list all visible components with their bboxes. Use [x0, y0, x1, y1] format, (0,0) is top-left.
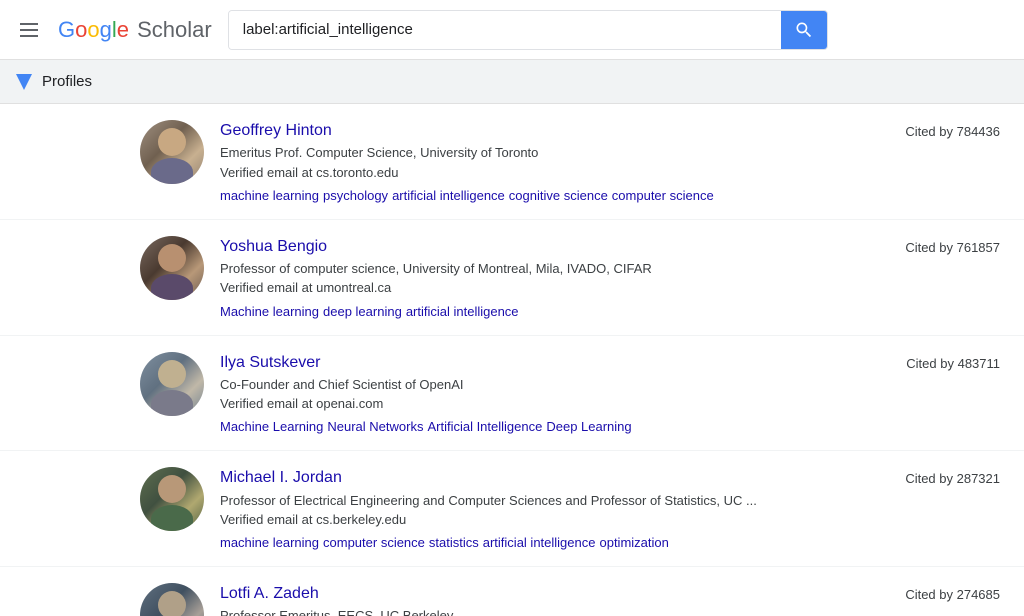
- profile-item-ilya-sutskever: Ilya Sutskever Co-Founder and Chief Scie…: [0, 336, 1024, 452]
- profile-info-yoshua-bengio: Yoshua Bengio Professor of computer scie…: [220, 236, 885, 319]
- sub-header: Profiles: [0, 60, 1024, 104]
- profile-tag[interactable]: Machine learning: [220, 304, 319, 319]
- search-input[interactable]: [229, 11, 781, 49]
- profile-tag[interactable]: Machine Learning: [220, 419, 323, 434]
- google-scholar-logo: Google Scholar: [58, 17, 212, 43]
- profile-affiliation: Professor Emeritus, EECS, UC Berkeley: [220, 607, 885, 616]
- profile-email: Verified email at cs.berkeley.edu: [220, 511, 885, 529]
- profile-item-michael-jordan: Michael I. Jordan Professor of Electrica…: [0, 451, 1024, 567]
- avatar-michael-jordan: [140, 467, 204, 531]
- profile-item-geoffrey-hinton: Geoffrey Hinton Emeritus Prof. Computer …: [0, 104, 1024, 220]
- profile-name[interactable]: Ilya Sutskever: [220, 352, 886, 374]
- avatar-yoshua-bengio: [140, 236, 204, 300]
- avatar-lotfi-zadeh: [140, 583, 204, 616]
- profile-affiliation: Emeritus Prof. Computer Science, Univers…: [220, 144, 885, 162]
- profile-tag[interactable]: statistics: [429, 535, 479, 550]
- profile-email: Verified email at cs.toronto.edu: [220, 164, 885, 182]
- profile-tags: machine learning psychology artificial i…: [220, 188, 885, 203]
- profile-tag[interactable]: artificial intelligence: [406, 304, 519, 319]
- hamburger-menu[interactable]: [16, 19, 42, 41]
- profiles-icon: [16, 74, 32, 90]
- profile-name[interactable]: Michael I. Jordan: [220, 467, 885, 489]
- cited-by: Cited by 483711: [886, 352, 1000, 371]
- profile-item-lotfi-zadeh: Lotfi A. Zadeh Professor Emeritus, EECS,…: [0, 567, 1024, 616]
- profile-info-geoffrey-hinton: Geoffrey Hinton Emeritus Prof. Computer …: [220, 120, 885, 203]
- profile-tags: Machine Learning Neural Networks Artific…: [220, 419, 886, 434]
- search-button[interactable]: [781, 11, 827, 49]
- profile-tag[interactable]: cognitive science: [509, 188, 608, 203]
- profiles-label: Profiles: [42, 73, 92, 90]
- cited-by: Cited by 784436: [885, 120, 1000, 139]
- cited-by: Cited by 287321: [885, 467, 1000, 486]
- profile-affiliation: Professor of Electrical Engineering and …: [220, 492, 885, 510]
- profile-tag[interactable]: artificial intelligence: [483, 535, 596, 550]
- profile-item-yoshua-bengio: Yoshua Bengio Professor of computer scie…: [0, 220, 1024, 336]
- profile-tag[interactable]: computer science: [612, 188, 714, 203]
- profile-tag[interactable]: Artificial Intelligence: [427, 419, 542, 434]
- profile-name[interactable]: Geoffrey Hinton: [220, 120, 885, 142]
- profile-tag[interactable]: optimization: [599, 535, 668, 550]
- profile-tag[interactable]: artificial intelligence: [392, 188, 505, 203]
- profiles-list: Geoffrey Hinton Emeritus Prof. Computer …: [0, 104, 1024, 616]
- profile-tag[interactable]: deep learning: [323, 304, 402, 319]
- profile-tag[interactable]: psychology: [323, 188, 388, 203]
- profile-tag[interactable]: Deep Learning: [546, 419, 631, 434]
- profile-info-ilya-sutskever: Ilya Sutskever Co-Founder and Chief Scie…: [220, 352, 886, 435]
- cited-by: Cited by 761857: [885, 236, 1000, 255]
- profile-affiliation: Professor of computer science, Universit…: [220, 260, 885, 278]
- avatar-geoffrey-hinton: [140, 120, 204, 184]
- cited-by: Cited by 274685: [885, 583, 1000, 602]
- profile-email: Verified email at umontreal.ca: [220, 279, 885, 297]
- profile-email: Verified email at openai.com: [220, 395, 886, 413]
- profile-tag[interactable]: computer science: [323, 535, 425, 550]
- profile-info-lotfi-zadeh: Lotfi A. Zadeh Professor Emeritus, EECS,…: [220, 583, 885, 616]
- profile-tags: machine learning computer science statis…: [220, 535, 885, 550]
- profile-name[interactable]: Yoshua Bengio: [220, 236, 885, 258]
- profile-tag[interactable]: machine learning: [220, 535, 319, 550]
- header: Google Scholar: [0, 0, 1024, 60]
- profile-tag[interactable]: machine learning: [220, 188, 319, 203]
- avatar-ilya-sutskever: [140, 352, 204, 416]
- profile-tag[interactable]: Neural Networks: [327, 419, 423, 434]
- profile-affiliation: Co-Founder and Chief Scientist of OpenAI: [220, 376, 886, 394]
- search-icon: [794, 20, 814, 40]
- profile-name[interactable]: Lotfi A. Zadeh: [220, 583, 885, 605]
- search-bar: [228, 10, 828, 50]
- profile-tags: Machine learning deep learning artificia…: [220, 304, 885, 319]
- profile-info-michael-jordan: Michael I. Jordan Professor of Electrica…: [220, 467, 885, 550]
